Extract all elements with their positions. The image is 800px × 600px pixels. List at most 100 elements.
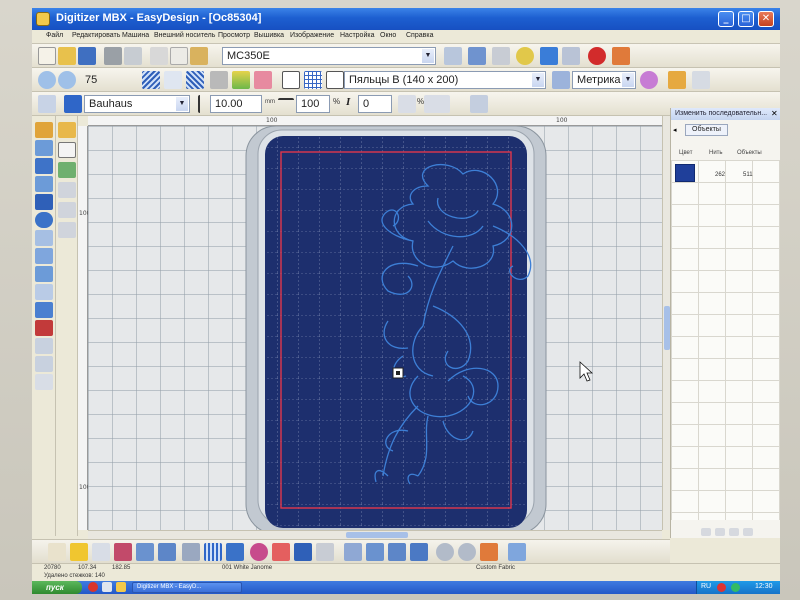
node-edit-icon[interactable] [114,543,132,561]
glasses-icon[interactable] [164,71,182,89]
text-properties-icon[interactable] [470,95,488,113]
delete-icon[interactable] [272,543,290,561]
wizard-icon[interactable] [468,47,486,65]
menu-view[interactable]: Просмотр [218,32,250,39]
applique-icon[interactable] [35,176,53,192]
move-bottom-icon[interactable] [743,528,753,536]
stop-icon[interactable] [588,47,606,65]
measure-icon[interactable] [552,71,570,89]
hoop-select[interactable]: Пяльцы B (140 x 200) ▼ [344,71,546,89]
menu-window[interactable]: Окно [380,32,396,39]
list-icon[interactable] [92,543,110,561]
menu-help[interactable]: Справка [406,32,433,39]
size-input[interactable]: 10.00 [210,95,262,113]
auto-digitize-icon[interactable] [35,302,53,318]
horizontal-scrollbar[interactable] [88,530,662,539]
menu-settings[interactable]: Настройка [340,32,374,39]
monogram-icon[interactable] [35,320,53,336]
stitch-view-icon[interactable] [142,71,160,89]
underlay-icon[interactable] [226,543,244,561]
cut-icon[interactable] [150,47,168,65]
hand-icon[interactable] [692,71,710,89]
tray-icon[interactable] [731,583,740,592]
color-ball-icon[interactable] [250,543,268,561]
color-icon[interactable] [516,47,534,65]
send-to-machine-icon[interactable] [444,47,462,65]
objects-tab[interactable]: Объекты [685,124,728,136]
move-down-icon[interactable] [715,528,725,536]
settings-icon[interactable] [492,47,510,65]
pencil-icon[interactable] [668,71,686,89]
tray-icon[interactable] [717,583,726,592]
move-up-icon[interactable] [701,528,711,536]
maximize-button[interactable]: □ [738,11,754,27]
print-icon[interactable] [104,47,122,65]
language-indicator[interactable]: RU [701,583,711,590]
menu-file[interactable]: Файл [46,32,63,39]
undo-icon[interactable] [540,47,558,65]
group-icon[interactable] [58,202,76,218]
bezier-icon[interactable] [35,284,53,300]
new-file-icon[interactable] [38,47,56,65]
feather-icon[interactable] [410,543,428,561]
hoop-frame-icon[interactable] [282,71,300,89]
help-icon[interactable] [612,47,630,65]
spacing-icon[interactable] [398,95,416,113]
needle-icon[interactable] [508,543,526,561]
scroll-thumb[interactable] [346,532,408,538]
open-folder-icon[interactable] [58,47,76,65]
photo-stitch-icon[interactable] [35,338,53,354]
fill-icon[interactable] [294,543,312,561]
palette-icon[interactable] [640,71,658,89]
move-top-icon[interactable] [729,528,739,536]
shape-icon[interactable] [35,194,53,210]
grid-view-icon[interactable] [210,71,228,89]
layers-icon[interactable] [58,162,76,178]
arc-icon[interactable] [388,543,406,561]
menu-machine[interactable]: Машина [122,32,149,39]
cross-stitch-icon[interactable] [35,248,53,264]
reshape-icon[interactable] [58,142,76,158]
folder-icon[interactable] [116,582,126,592]
tool-icon[interactable] [35,356,53,372]
lettering-icon[interactable] [64,95,82,113]
trim-icon[interactable] [316,543,334,561]
flip-horizontal-icon[interactable] [136,543,154,561]
close-button[interactable]: ✕ [758,11,774,27]
menu-edit[interactable]: Редактировать [72,32,120,39]
panel-close-icon[interactable]: ✕ [771,109,778,118]
print-preview-icon[interactable] [124,47,142,65]
hand-pan-icon[interactable] [48,543,66,561]
curve-icon[interactable] [366,543,384,561]
arc-text-icon[interactable] [424,95,450,113]
desktop-icon[interactable] [102,582,112,592]
align-icon[interactable] [58,182,76,198]
satin-stitch-icon[interactable] [35,140,53,156]
circle-tool-icon[interactable] [436,543,454,561]
font-select[interactable]: Bauhaus ▼ [84,95,190,113]
color-blocks-icon[interactable] [232,71,250,89]
shield-icon[interactable] [254,71,272,89]
save-icon[interactable] [78,47,96,65]
start-button[interactable]: пуск [32,581,82,594]
units-select[interactable]: Метрика ▼ [572,71,636,89]
redo-icon[interactable] [562,47,580,65]
line-icon[interactable] [35,266,53,282]
rotate-icon[interactable] [182,543,200,561]
menu-image[interactable]: Изображение [290,32,334,39]
copy-icon[interactable] [170,47,188,65]
circle-icon[interactable] [35,212,53,228]
zoom-out-icon[interactable] [58,71,76,89]
star-icon[interactable] [35,230,53,246]
opera-icon[interactable] [88,582,98,592]
color-swatch[interactable] [675,164,695,182]
running-stitch-icon[interactable] [35,122,53,138]
fill-stitch-icon[interactable] [35,158,53,174]
stitch-density-icon[interactable] [204,543,222,561]
paste-icon[interactable] [190,47,208,65]
ruler-icon[interactable] [326,71,344,89]
width-input[interactable]: 100 [296,95,330,113]
scissors-icon[interactable] [480,543,498,561]
vertical-scrollbar[interactable] [662,116,670,530]
lock-icon[interactable] [58,222,76,238]
